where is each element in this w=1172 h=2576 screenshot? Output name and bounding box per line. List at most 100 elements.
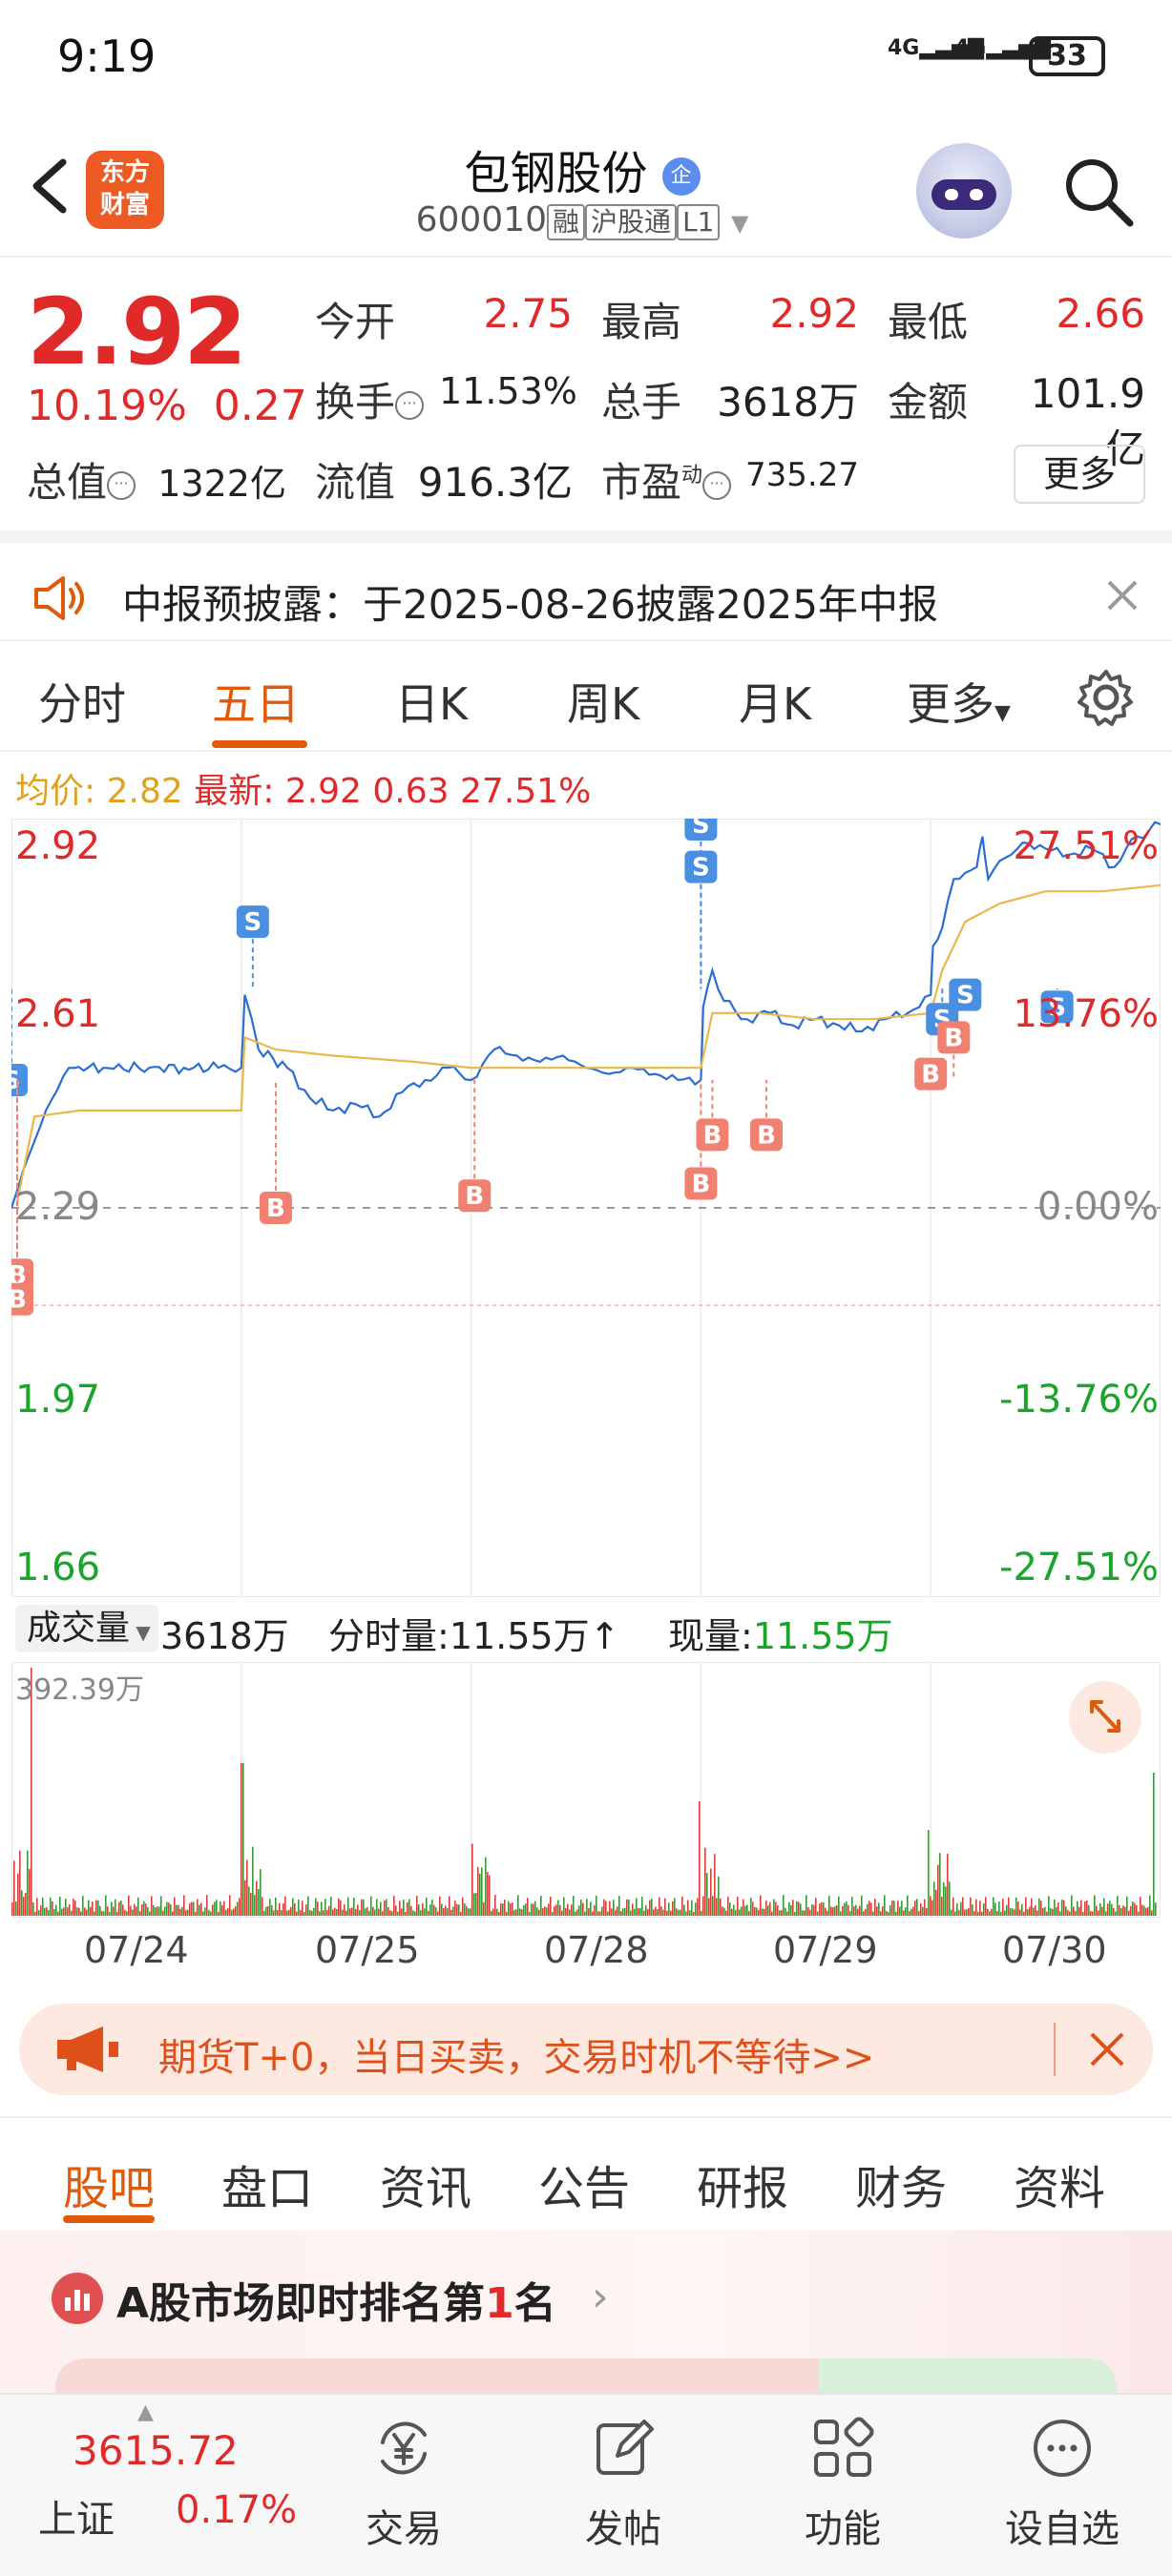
- volume-bar: [548, 1903, 550, 1916]
- promo-banner[interactable]: 期货T+0，当日买卖，交易时机不等待>>: [19, 2004, 1153, 2095]
- gear-icon[interactable]: [1075, 666, 1138, 729]
- tab-profile[interactable]: 资料: [1014, 2150, 1105, 2217]
- volume-bar: [376, 1899, 378, 1916]
- amount-label: 金额: [888, 379, 969, 426]
- volume-bar: [393, 1895, 395, 1916]
- nav-functions[interactable]: 功能: [771, 2414, 914, 2553]
- volume-bar: [798, 1901, 800, 1916]
- back-arrow-icon[interactable]: [23, 153, 80, 219]
- tab-forum[interactable]: 股吧: [63, 2150, 155, 2217]
- volume-bar: [534, 1901, 536, 1916]
- volume-bar: [405, 1911, 407, 1916]
- volume-bar: [38, 1910, 40, 1916]
- volume-bar: [695, 1902, 697, 1916]
- volume-bar: [73, 1899, 74, 1916]
- volume-bar: [796, 1901, 798, 1916]
- volume-bar: [97, 1900, 99, 1916]
- volume-bar: [681, 1896, 683, 1916]
- volume-bar: [1027, 1909, 1029, 1916]
- tab-orderbook[interactable]: 盘口: [221, 2150, 313, 2217]
- volume-bar: [920, 1902, 922, 1916]
- volume-bar: [966, 1909, 968, 1916]
- tab-daily-k[interactable]: 日K: [395, 670, 468, 733]
- volume-bar: [1075, 1911, 1077, 1916]
- price-line: [10, 821, 1162, 1209]
- volume-bar: [21, 1890, 23, 1916]
- volume-bar: [179, 1908, 181, 1916]
- volume-bar: [344, 1904, 345, 1916]
- volume-bar: [786, 1911, 788, 1916]
- volume-bar: [895, 1911, 897, 1916]
- volume-bar: [1038, 1898, 1040, 1916]
- volume-bar: [111, 1901, 113, 1916]
- volume-chart[interactable]: 392.39万: [10, 1661, 1162, 1919]
- volume-bar: [262, 1897, 263, 1916]
- rank-chart-icon: [52, 2273, 103, 2324]
- close-icon[interactable]: [1103, 576, 1141, 614]
- volume-bar: [605, 1901, 607, 1916]
- tab-weekly-k[interactable]: 周K: [567, 670, 639, 733]
- volume-bar: [536, 1907, 538, 1916]
- volume-bar: [109, 1911, 111, 1916]
- tab-announcements[interactable]: 公告: [538, 2150, 630, 2217]
- index-value[interactable]: 3615.72: [73, 2427, 239, 2474]
- volume-bar: [1067, 1909, 1069, 1916]
- tab-five-day[interactable]: 五日: [212, 670, 300, 733]
- app-logo[interactable]: 东方 财富: [86, 151, 164, 229]
- volume-bar: [527, 1898, 529, 1916]
- total-cap-value: 1322亿: [157, 463, 286, 505]
- volume-bar: [141, 1903, 143, 1916]
- tab-news[interactable]: 资讯: [380, 2150, 471, 2217]
- volume-bar: [267, 1905, 269, 1916]
- notice-bar[interactable]: 中报预披露：于2025-08-26披露2025年中报: [0, 530, 1172, 641]
- info-dots-icon[interactable]: ···: [107, 470, 136, 500]
- robot-eye: [945, 189, 958, 200]
- volume-bar: [231, 1909, 233, 1916]
- market-rank-card[interactable]: A股市场即时排名第1名 ›: [0, 2231, 1172, 2416]
- volume-bar: [575, 1911, 576, 1916]
- volume-bar: [809, 1909, 811, 1916]
- pe-value: 735.27: [745, 456, 859, 494]
- tab-financials[interactable]: 财务: [855, 2150, 947, 2217]
- volume-bar: [449, 1896, 450, 1916]
- nav-add-watchlist[interactable]: 设自选: [991, 2414, 1134, 2553]
- volume-bar: [672, 1901, 674, 1916]
- total-cap-label-text: 总值: [27, 459, 108, 506]
- five-day-chart[interactable]: SBBSBBSSBBBSSBBS 2.92 2.61 2.29 1.97 1.6…: [0, 808, 1162, 1598]
- volume-bar: [584, 1911, 586, 1916]
- tab-research[interactable]: 研报: [697, 2150, 788, 2217]
- low-value: 2.66: [1056, 290, 1145, 337]
- volume-selector[interactable]: 成交量 ▼: [15, 1605, 158, 1652]
- more-button[interactable]: 更多: [1014, 445, 1145, 504]
- expand-icon[interactable]: [1069, 1681, 1141, 1754]
- close-icon[interactable]: [1084, 2026, 1130, 2072]
- volume-bar: [349, 1908, 351, 1916]
- volume-bar: [1086, 1900, 1088, 1916]
- tab-monthly-k[interactable]: 月K: [739, 670, 811, 733]
- info-dots-icon[interactable]: ···: [395, 390, 425, 420]
- tab-more[interactable]: 更多▼: [907, 670, 1011, 733]
- price-change: 10.19% 0.27: [27, 382, 307, 430]
- speaker-icon: [34, 576, 84, 620]
- volume-bar: [229, 1895, 231, 1916]
- volume-bar: [242, 1763, 244, 1916]
- info-dots-icon[interactable]: ···: [702, 470, 732, 500]
- nav-post[interactable]: 发帖: [552, 2414, 695, 2553]
- index-name[interactable]: 上证: [38, 2488, 115, 2544]
- volume-bar: [807, 1906, 809, 1916]
- volume-bar: [40, 1905, 42, 1916]
- y-label-left-3: 1.97: [15, 1378, 101, 1422]
- tab-intraday[interactable]: 分时: [38, 670, 126, 733]
- volume-bar: [813, 1904, 815, 1916]
- assistant-robot-icon[interactable]: [916, 143, 1012, 239]
- open-value: 2.75: [483, 290, 573, 337]
- stock-subtitle[interactable]: 600010 融沪股通 L1 ▼: [344, 200, 821, 240]
- high-label: 最高: [601, 299, 682, 345]
- nav-trade[interactable]: 交易: [332, 2414, 475, 2553]
- volume-bar: [785, 1907, 786, 1916]
- volume-bar: [905, 1907, 907, 1916]
- volume-bar: [324, 1899, 326, 1916]
- search-icon[interactable]: [1059, 153, 1136, 229]
- volume-bar: [235, 1906, 237, 1916]
- volume-bar: [139, 1911, 141, 1916]
